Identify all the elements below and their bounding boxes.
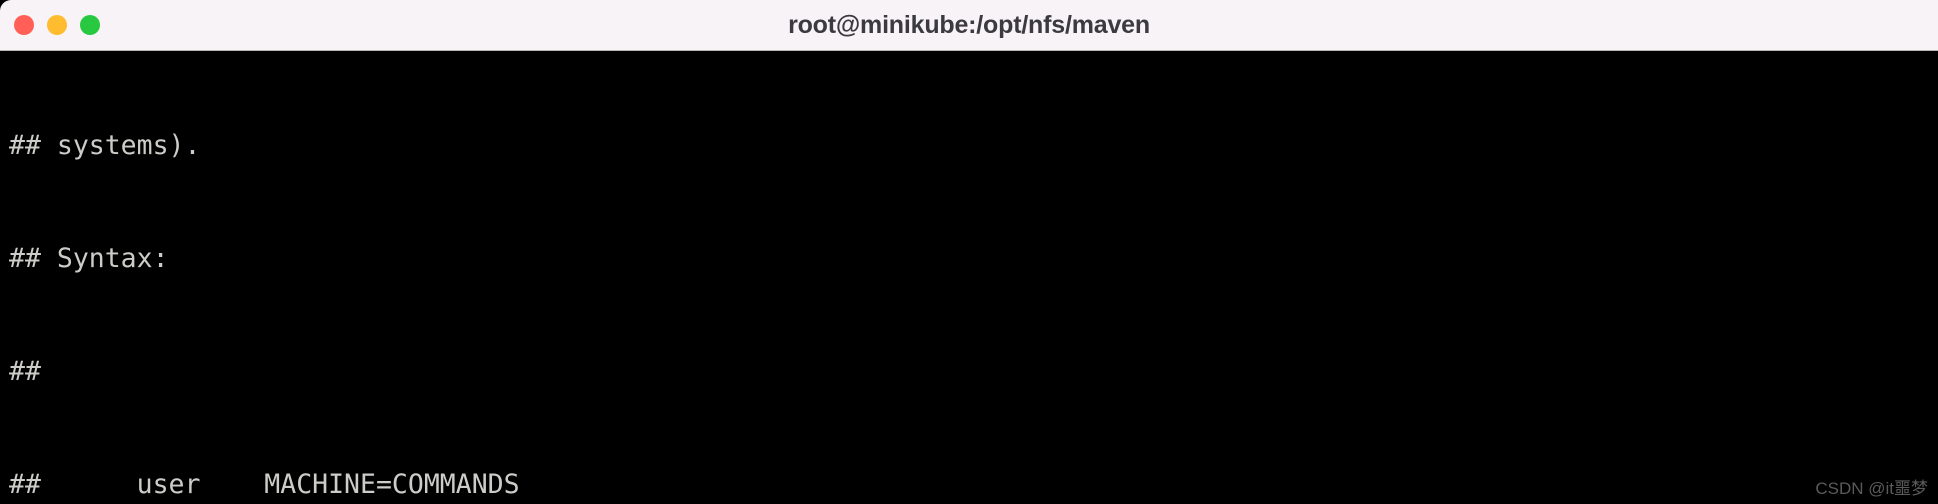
close-window-button[interactable]: [14, 15, 34, 35]
traffic-light-buttons: [14, 0, 100, 50]
terminal-line: ## systems).: [9, 130, 201, 162]
csdn-watermark: CSDN @it噩梦: [1815, 479, 1928, 498]
window-titlebar[interactable]: root@minikube:/opt/nfs/maven: [0, 0, 1938, 51]
terminal-output: ## systems). ## Syntax: ## ## user MACHI…: [9, 52, 950, 504]
terminal-line: ## Syntax:: [9, 242, 169, 274]
terminal-line: ## user MACHINE=COMMANDS: [9, 468, 520, 500]
terminal-window: root@minikube:/opt/nfs/maven ## systems)…: [0, 0, 1938, 504]
terminal-body[interactable]: ## systems). ## Syntax: ## ## user MACHI…: [0, 51, 1938, 504]
minimize-window-button[interactable]: [47, 15, 67, 35]
terminal-line: ##: [9, 355, 41, 387]
maximize-window-button[interactable]: [80, 15, 100, 35]
window-title: root@minikube:/opt/nfs/maven: [788, 11, 1150, 39]
